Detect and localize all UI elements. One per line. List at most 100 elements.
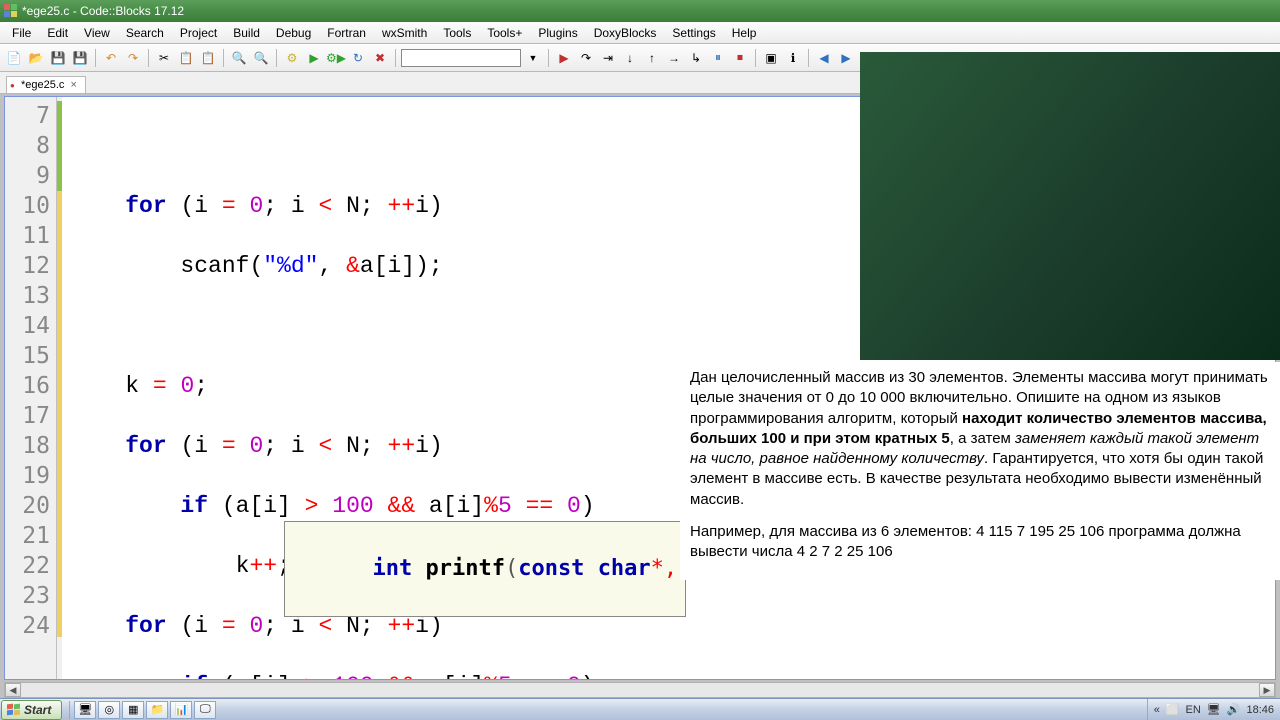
tray-app-icon[interactable]: 🖥 <box>1207 703 1221 716</box>
problem-statement: Дан целочисленный массив из 30 элементов… <box>680 362 1280 580</box>
line-number: 17 <box>5 401 56 431</box>
menu-plugins[interactable]: Plugins <box>530 24 585 42</box>
toolbar-separator <box>808 49 809 67</box>
line-number: 18 <box>5 431 56 461</box>
language-indicator[interactable]: EN <box>1186 704 1201 716</box>
dropdown-icon[interactable]: ▼ <box>523 48 543 68</box>
line-number-gutter: 7 8 9 10 11 12 13 14 15 16 17 18 19 20 2… <box>5 97 57 679</box>
show-desktop-icon[interactable]: 🖥 <box>74 701 96 719</box>
close-tab-icon[interactable]: × <box>70 79 76 91</box>
menu-debug[interactable]: Debug <box>268 24 319 42</box>
cut-icon[interactable]: ✂ <box>154 48 174 68</box>
build-icon[interactable]: ⚙ <box>282 48 302 68</box>
system-tray: « ⬜ EN 🖥 🔊 18:46 <box>1147 699 1280 720</box>
run-icon[interactable]: ▶ <box>304 48 324 68</box>
menu-view[interactable]: View <box>76 24 118 42</box>
save-all-icon[interactable]: 💾 <box>70 48 90 68</box>
line-number: 8 <box>5 131 56 161</box>
menu-wxsmith[interactable]: wxSmith <box>374 24 435 42</box>
start-button[interactable]: Start <box>1 700 62 720</box>
tab-ege25[interactable]: *ege25.c × <box>6 76 86 93</box>
debug-next-icon[interactable]: ⇥ <box>598 48 618 68</box>
debug-stop-icon[interactable]: ⏹ <box>730 48 750 68</box>
debug-run-cursor-icon[interactable]: ↷ <box>576 48 596 68</box>
menu-settings[interactable]: Settings <box>664 24 723 42</box>
windows-taskbar: Start 🖥 ◎ ▦ 📁 📊 🖵 « ⬜ EN 🖥 🔊 18:46 <box>0 698 1280 720</box>
line-number: 23 <box>5 581 56 611</box>
menu-fortran[interactable]: Fortran <box>319 24 374 42</box>
menu-bar: File Edit View Search Project Build Debu… <box>0 22 1280 44</box>
menu-help[interactable]: Help <box>724 24 765 42</box>
debug-info-icon[interactable]: ℹ <box>783 48 803 68</box>
menu-file[interactable]: File <box>4 24 39 42</box>
toolbar-separator <box>548 49 549 67</box>
quick-launch: 🖥 ◎ ▦ 📁 📊 🖵 <box>69 701 216 719</box>
tray-app-icon[interactable]: ⬜ <box>1166 703 1180 716</box>
clock[interactable]: 18:46 <box>1246 704 1274 716</box>
toolbar-separator <box>395 49 396 67</box>
presenter-video <box>860 52 1280 360</box>
line-number: 13 <box>5 281 56 311</box>
target-combo[interactable] <box>401 49 521 67</box>
abort-icon[interactable]: ✖ <box>370 48 390 68</box>
app-icon[interactable]: 📊 <box>170 701 192 719</box>
tray-chevron-icon[interactable]: « <box>1154 704 1160 716</box>
scroll-left-icon[interactable]: ◀ <box>5 683 21 697</box>
line-number: 7 <box>5 101 56 131</box>
menu-edit[interactable]: Edit <box>39 24 76 42</box>
debug-step-into-icon[interactable]: ↓ <box>620 48 640 68</box>
menu-doxyblocks[interactable]: DoxyBlocks <box>586 24 665 42</box>
line-number: 21 <box>5 521 56 551</box>
webcam-video-overlay <box>860 52 1280 360</box>
scroll-right-icon[interactable]: ▶ <box>1259 683 1275 697</box>
debug-next-instr-icon[interactable]: → <box>664 48 684 68</box>
copy-icon[interactable]: 📋 <box>176 48 196 68</box>
rebuild-icon[interactable]: ↻ <box>348 48 368 68</box>
monitor-icon[interactable]: 🖵 <box>194 701 216 719</box>
parameter-hint-tooltip: int printf(const char*, <box>284 521 686 617</box>
window-title: *ege25.c - Code::Blocks 17.12 <box>22 4 184 18</box>
toolbar-separator <box>148 49 149 67</box>
tab-label: *ege25.c <box>21 79 64 91</box>
chrome-icon[interactable]: ◎ <box>98 701 120 719</box>
line-number: 20 <box>5 491 56 521</box>
debug-break-icon[interactable]: ⏸ <box>708 48 728 68</box>
line-number: 10 <box>5 191 56 221</box>
menu-build[interactable]: Build <box>225 24 268 42</box>
menu-project[interactable]: Project <box>172 24 225 42</box>
toolbar-separator <box>223 49 224 67</box>
open-file-icon[interactable]: 📂 <box>26 48 46 68</box>
find-icon[interactable]: 🔍 <box>229 48 249 68</box>
menu-search[interactable]: Search <box>118 24 172 42</box>
toolbar-separator <box>276 49 277 67</box>
debug-step-instr-icon[interactable]: ↳ <box>686 48 706 68</box>
toolbar-separator <box>755 49 756 67</box>
volume-icon[interactable]: 🔊 <box>1227 703 1241 716</box>
new-file-icon[interactable]: 📄 <box>4 48 24 68</box>
debug-step-out-icon[interactable]: ↑ <box>642 48 662 68</box>
nav-fwd-icon[interactable]: ▶ <box>836 48 856 68</box>
explorer-icon[interactable]: 📁 <box>146 701 168 719</box>
line-number: 15 <box>5 341 56 371</box>
line-number: 16 <box>5 371 56 401</box>
undo-icon[interactable]: ↶ <box>101 48 121 68</box>
codeblocks-app-icon <box>4 4 18 18</box>
debug-start-icon[interactable]: ▶ <box>554 48 574 68</box>
debug-windows-icon[interactable]: ▣ <box>761 48 781 68</box>
horizontal-scrollbar[interactable]: ◀ ▶ <box>4 682 1276 698</box>
build-run-icon[interactable]: ⚙▶ <box>326 48 346 68</box>
menu-tools[interactable]: Tools <box>435 24 479 42</box>
redo-icon[interactable]: ↷ <box>123 48 143 68</box>
line-number: 19 <box>5 461 56 491</box>
menu-toolsplus[interactable]: Tools+ <box>479 24 530 42</box>
window-titlebar: *ege25.c - Code::Blocks 17.12 <box>0 0 1280 22</box>
toolbar-separator <box>95 49 96 67</box>
replace-icon[interactable]: 🔍 <box>251 48 271 68</box>
line-number: 12 <box>5 251 56 281</box>
windows-logo-icon <box>6 703 20 717</box>
nav-back-icon[interactable]: ◀ <box>814 48 834 68</box>
line-number: 14 <box>5 311 56 341</box>
save-icon[interactable]: 💾 <box>48 48 68 68</box>
codeblocks-taskbar-icon[interactable]: ▦ <box>122 701 144 719</box>
paste-icon[interactable]: 📋 <box>198 48 218 68</box>
